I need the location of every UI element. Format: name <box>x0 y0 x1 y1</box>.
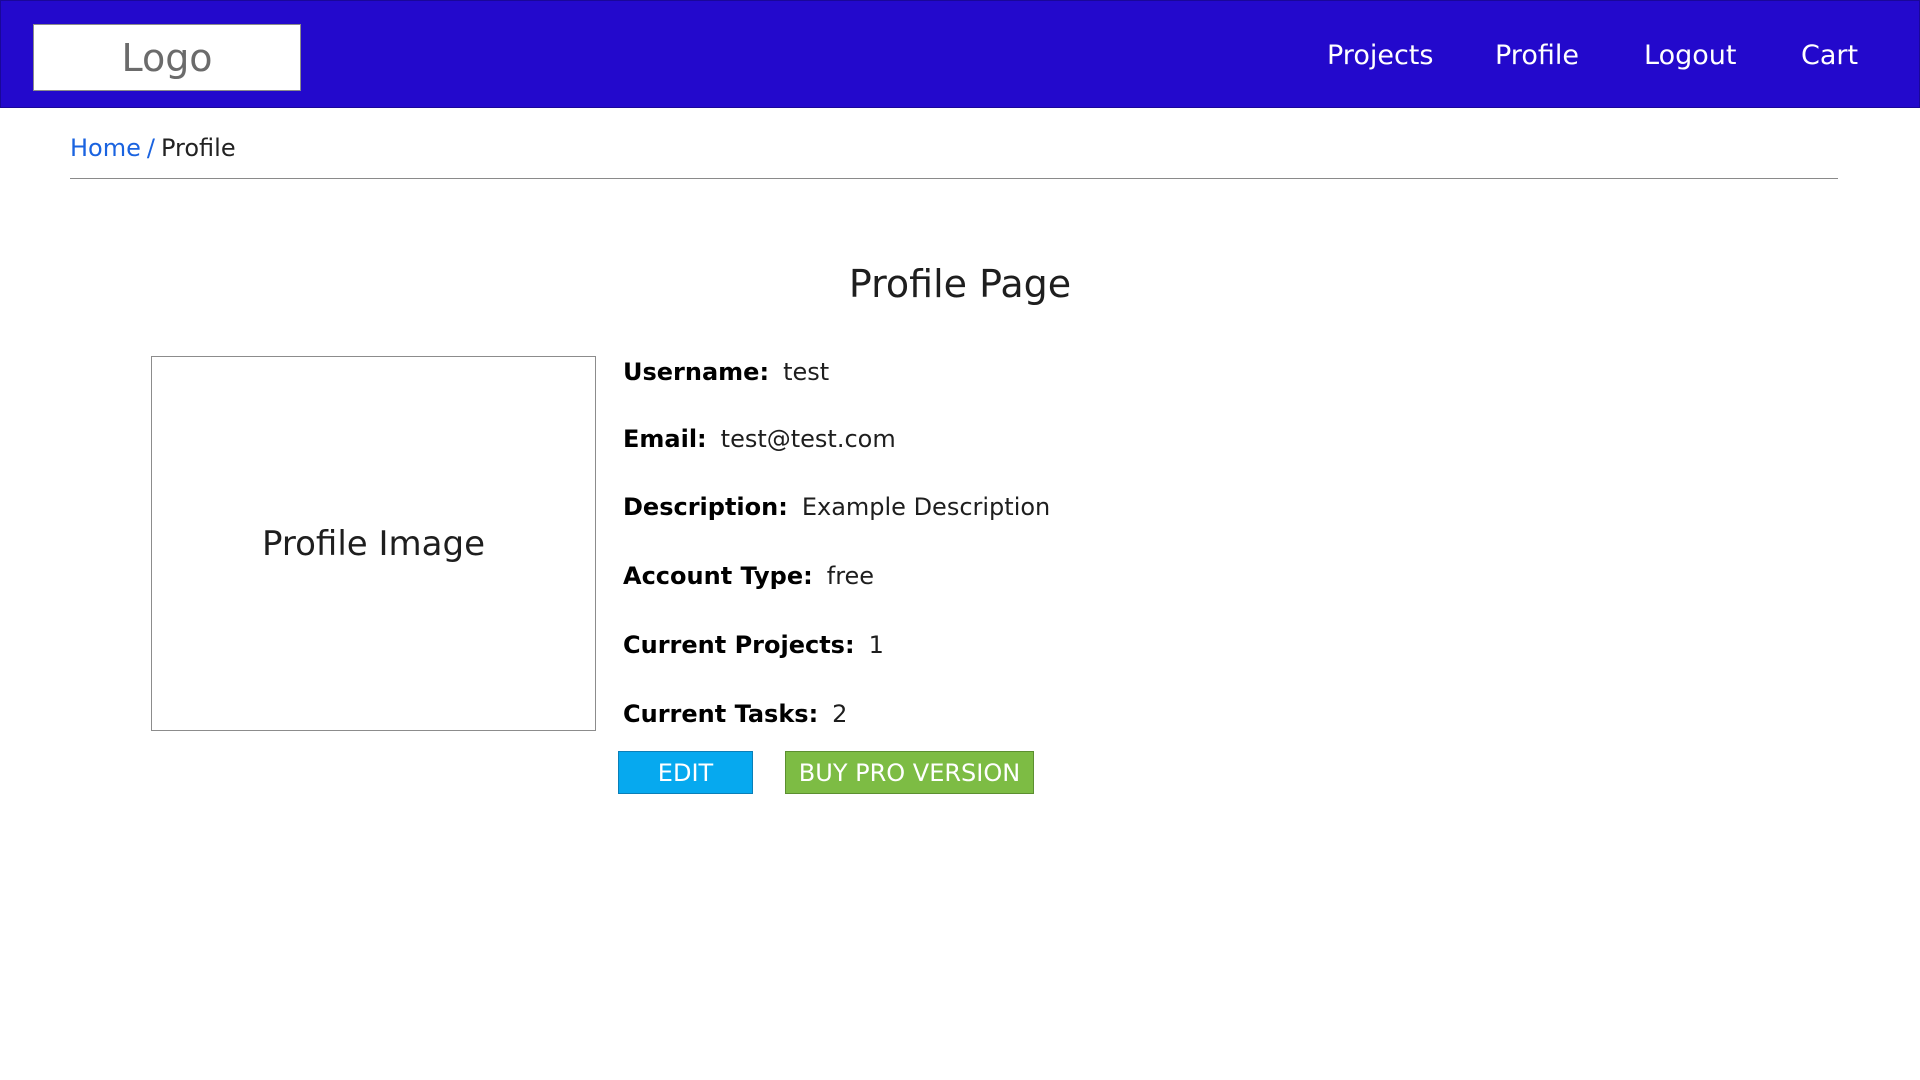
field-label: Email: <box>623 425 707 453</box>
buy-pro-button[interactable]: BUY PRO VERSION <box>785 751 1034 794</box>
field-value: test <box>783 358 830 386</box>
field-description: Description: Example Description <box>623 493 1050 521</box>
edit-button[interactable]: EDIT <box>618 751 753 794</box>
field-email: Email: test@test.com <box>623 425 896 453</box>
profile-image-placeholder: Profile Image <box>151 356 596 731</box>
field-label: Current Projects: <box>623 631 855 659</box>
nav-link-logout[interactable]: Logout <box>1644 1 1736 109</box>
field-value: 2 <box>832 700 848 728</box>
header-divider <box>70 178 1838 179</box>
field-account-type: Account Type: free <box>623 562 874 590</box>
breadcrumb-separator: / <box>146 134 155 162</box>
nav-link-projects[interactable]: Projects <box>1327 1 1433 109</box>
top-navbar: Logo Projects Profile Logout Cart <box>0 0 1920 108</box>
field-value: Example Description <box>801 493 1051 521</box>
page-title: Profile Page <box>848 262 1072 306</box>
field-value: test@test.com <box>720 425 896 453</box>
profile-page: Logo Projects Profile Logout Cart Home / P… <box>0 0 1920 1080</box>
breadcrumb-current: Profile <box>160 134 236 162</box>
field-label: Account Type: <box>623 562 813 590</box>
nav-link-cart[interactable]: Cart <box>1801 1 1858 109</box>
nav-link-profile[interactable]: Profile <box>1495 1 1579 109</box>
field-value: 1 <box>868 631 884 659</box>
profile-image-label: Profile Image <box>261 523 485 564</box>
field-label: Current Tasks: <box>623 700 819 728</box>
breadcrumb-home-link[interactable]: Home <box>70 134 141 162</box>
field-label: Description: <box>623 493 788 521</box>
field-value: free <box>826 562 875 590</box>
field-current-projects: Current Projects: 1 <box>623 631 884 659</box>
field-username: Username: test <box>623 358 829 386</box>
field-current-tasks: Current Tasks: 2 <box>623 700 847 728</box>
field-label: Username: <box>623 358 770 386</box>
logo[interactable]: Logo <box>33 24 301 91</box>
breadcrumb: Home / Profile <box>70 134 236 162</box>
